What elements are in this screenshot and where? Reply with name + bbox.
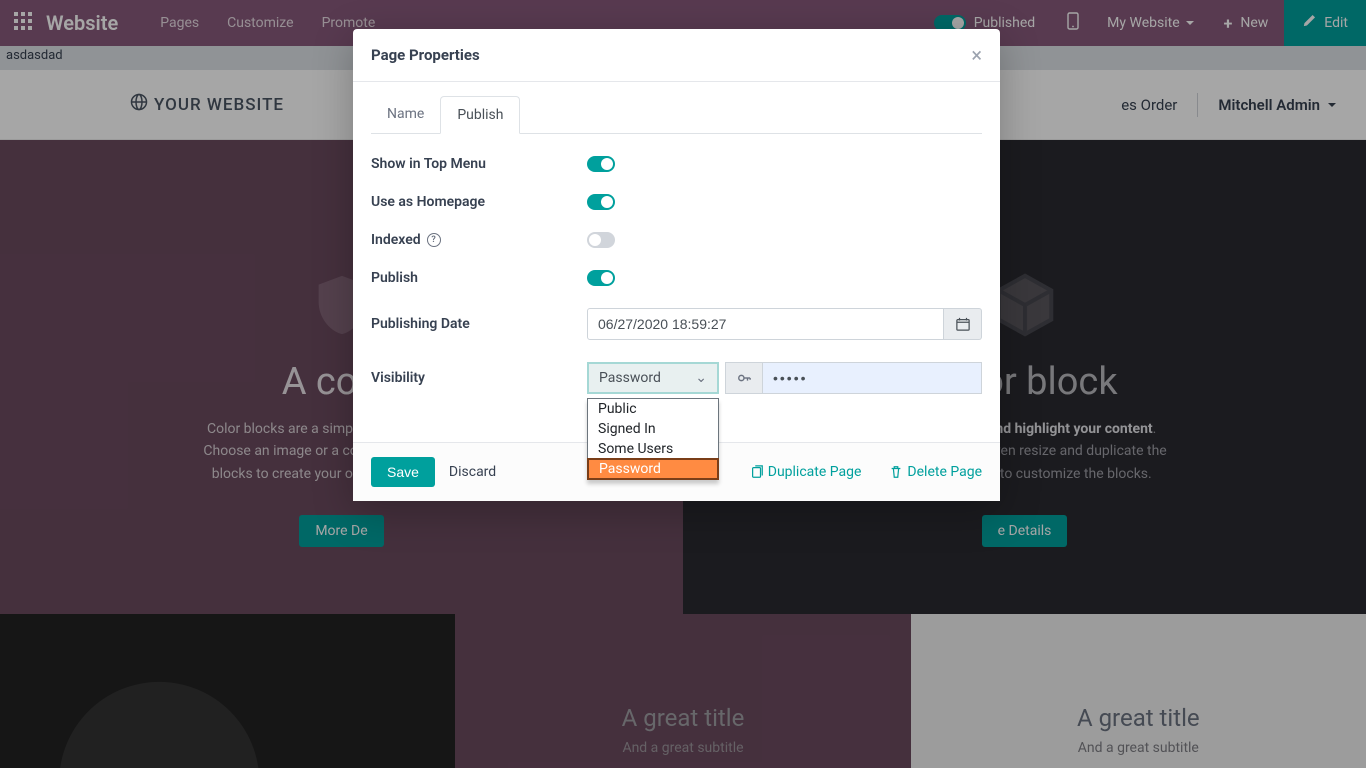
key-icon bbox=[725, 362, 763, 394]
label-homepage: Use as Homepage bbox=[371, 194, 587, 210]
label-publishing-date: Publishing Date bbox=[371, 316, 587, 332]
close-icon[interactable]: × bbox=[971, 45, 982, 65]
label-visibility: Visibility bbox=[371, 370, 587, 386]
label-publish: Publish bbox=[371, 270, 587, 286]
delete-page-link[interactable]: Delete Page bbox=[889, 464, 982, 480]
calendar-icon[interactable] bbox=[944, 308, 982, 340]
option-signed-in[interactable]: Signed In bbox=[588, 419, 718, 439]
duplicate-page-link[interactable]: Duplicate Page bbox=[750, 464, 862, 480]
label-top-menu: Show in Top Menu bbox=[371, 156, 587, 172]
dialog-tabs: Name Publish bbox=[371, 96, 982, 134]
visibility-dropdown: Public Signed In Some Users Password bbox=[587, 398, 719, 480]
page-properties-dialog: Page Properties × Name Publish Show in T… bbox=[353, 29, 1000, 501]
toggle-publish[interactable] bbox=[587, 270, 615, 286]
option-public[interactable]: Public bbox=[588, 399, 718, 419]
help-icon[interactable]: ? bbox=[427, 233, 441, 247]
chevron-down-icon: ⌄ bbox=[695, 370, 707, 386]
tab-publish[interactable]: Publish bbox=[440, 96, 520, 134]
toggle-indexed[interactable] bbox=[587, 232, 615, 248]
publishing-date-input[interactable] bbox=[587, 308, 944, 340]
discard-button[interactable]: Discard bbox=[449, 464, 496, 480]
visibility-select[interactable]: Password ⌄ bbox=[587, 362, 719, 394]
password-input[interactable] bbox=[763, 362, 982, 394]
option-password[interactable]: Password bbox=[587, 458, 719, 480]
save-button[interactable]: Save bbox=[371, 457, 435, 487]
tab-name[interactable]: Name bbox=[371, 96, 440, 133]
dialog-title: Page Properties bbox=[371, 46, 480, 64]
toggle-top-menu[interactable] bbox=[587, 156, 615, 172]
toggle-homepage[interactable] bbox=[587, 194, 615, 210]
option-some-users[interactable]: Some Users bbox=[588, 439, 718, 459]
visibility-value: Password bbox=[599, 370, 661, 386]
label-indexed: Indexed? bbox=[371, 232, 587, 248]
